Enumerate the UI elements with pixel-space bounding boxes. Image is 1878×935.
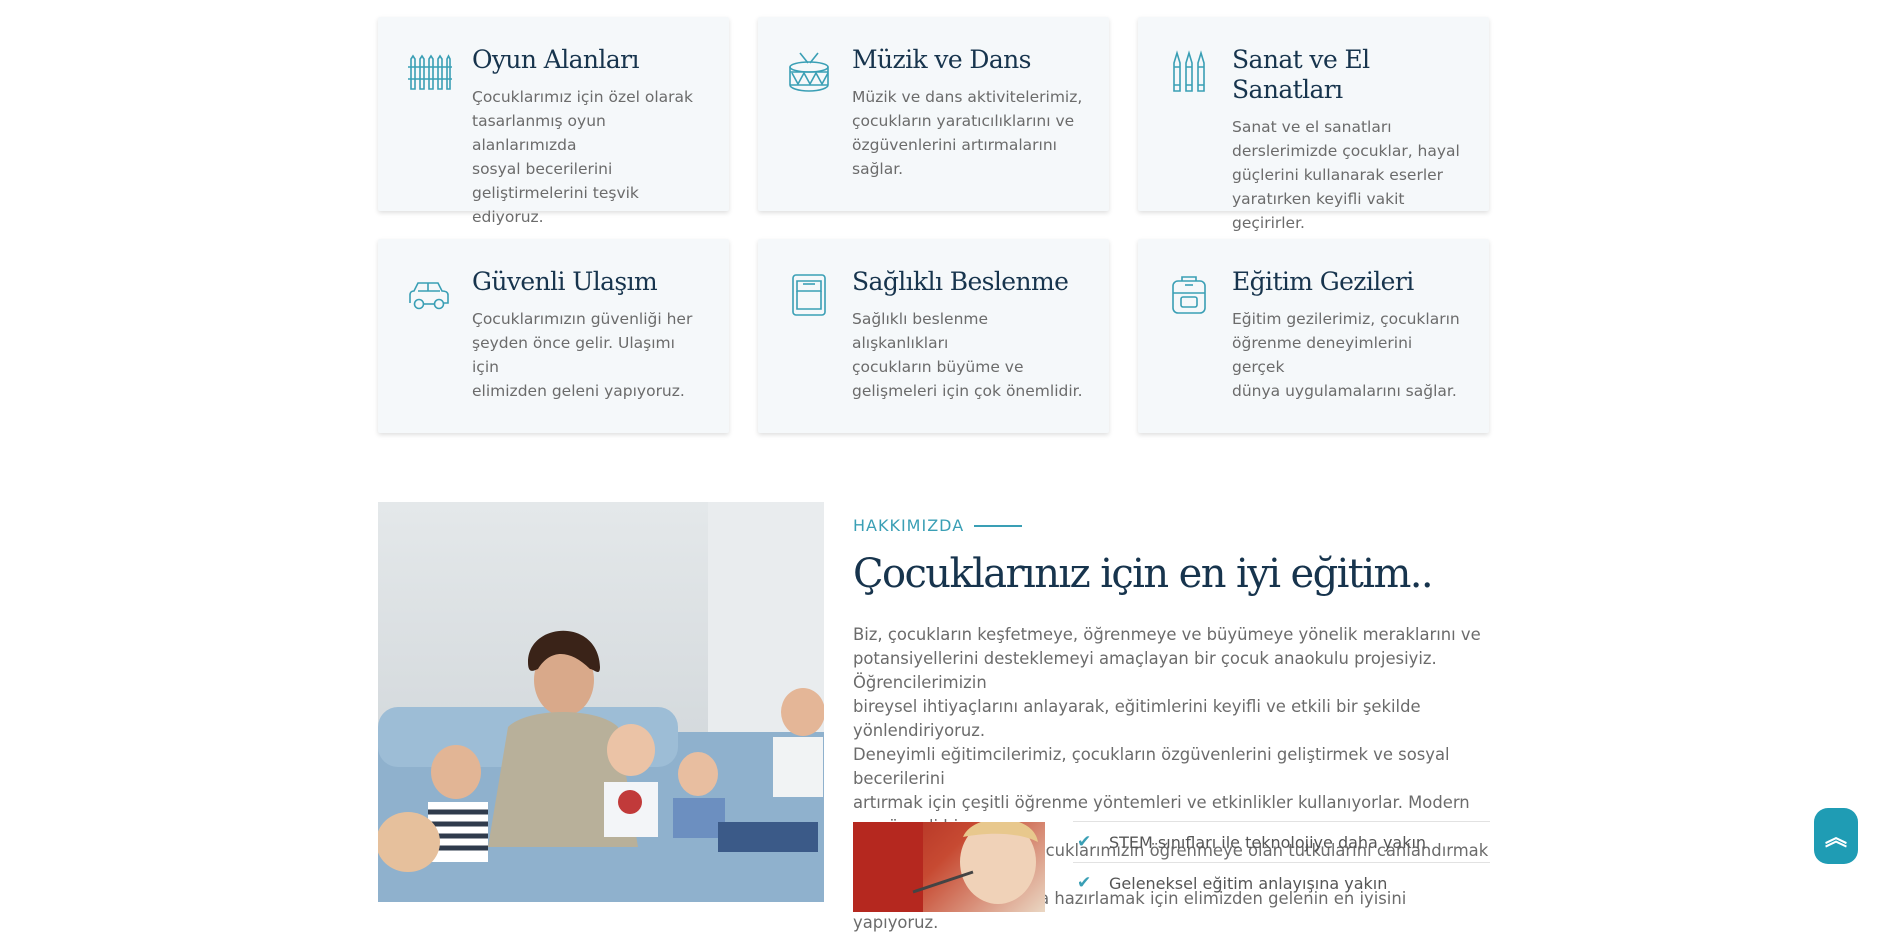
service-title: Oyun Alanları [472, 45, 639, 74]
back-to-top-button[interactable]: ︽ [1814, 808, 1858, 864]
feature-label: Geleneksel eğitim anlayışına yakın [1109, 873, 1388, 893]
service-title: Sanat ve El Sanatları [1232, 45, 1370, 104]
section-eyebrow: HAKKIMIZDA [853, 516, 1490, 535]
backpack-icon [1166, 271, 1212, 317]
double-chevron-up-icon: ︽ [1824, 826, 1847, 851]
service-title: Sağlıklı Beslenme [852, 267, 1069, 296]
service-description: Çocuklarımız için özel olarak tasarlanmı… [472, 88, 693, 226]
fence-icon [406, 49, 452, 95]
list-item: ✔ Geleneksel eğitim anlayışına yakın [1073, 862, 1490, 903]
eyebrow-divider [974, 524, 1023, 527]
drum-icon [786, 49, 832, 95]
feature-label: STEM sınıfları ile teknolojiye daha yakı… [1109, 832, 1427, 852]
service-description: Eğitim gezilerimiz, çocukların öğrenme d… [1232, 310, 1460, 400]
service-description: Sağlıklı beslenme alışkanlıkları çocukla… [852, 310, 1083, 400]
service-description: Müzik ve dans aktivitelerimiz, çocukları… [852, 88, 1083, 178]
service-card-sanat-ve-el-sanatlari: Sanat ve El Sanatları Sanat ve el sanatl… [1138, 17, 1489, 232]
service-card-egitim-gezileri: Eğitim Gezileri Eğitim gezilerimiz, çocu… [1138, 239, 1489, 433]
teacher-with-children-photo [378, 502, 824, 902]
children-drawing-photo [853, 822, 1045, 912]
feature-list: ✔ STEM sınıfları ile teknolojiye daha ya… [1073, 821, 1490, 903]
service-card-guvenli-ulasim: Güvenli Ulaşım Çocuklarımızın güvenliği … [378, 239, 729, 433]
checkmark-icon: ✔ [1077, 873, 1092, 893]
checkmark-icon: ✔ [1077, 832, 1092, 852]
service-card-saglikli-beslenme: Sağlıklı Beslenme Sağlıklı beslenme alış… [758, 239, 1109, 433]
lunchbox-icon [786, 271, 832, 317]
service-title: Müzik ve Dans [852, 45, 1032, 74]
service-title: Eğitim Gezileri [1232, 267, 1414, 296]
about-title: Çocuklarınız için en iyi eğitim.. [853, 551, 1434, 597]
service-card-muzik-ve-dans: Müzik ve Dans Müzik ve dans aktiviteleri… [758, 17, 1109, 211]
eyebrow-label: HAKKIMIZDA [853, 516, 965, 535]
car-icon [406, 271, 452, 317]
service-title: Güvenli Ulaşım [472, 267, 658, 296]
service-card-oyun-alanlari: Oyun Alanları Çocuklarımız için özel ola… [378, 17, 729, 226]
services-grid: Oyun Alanları Çocuklarımız için özel ola… [378, 17, 1490, 433]
service-description: Sanat ve el sanatları derslerimizde çocu… [1232, 118, 1460, 232]
list-item: ✔ STEM sınıfları ile teknolojiye daha ya… [1073, 821, 1490, 862]
crayons-icon [1166, 49, 1212, 95]
service-description: Çocuklarımızın güvenliği her şeyden önce… [472, 310, 693, 400]
